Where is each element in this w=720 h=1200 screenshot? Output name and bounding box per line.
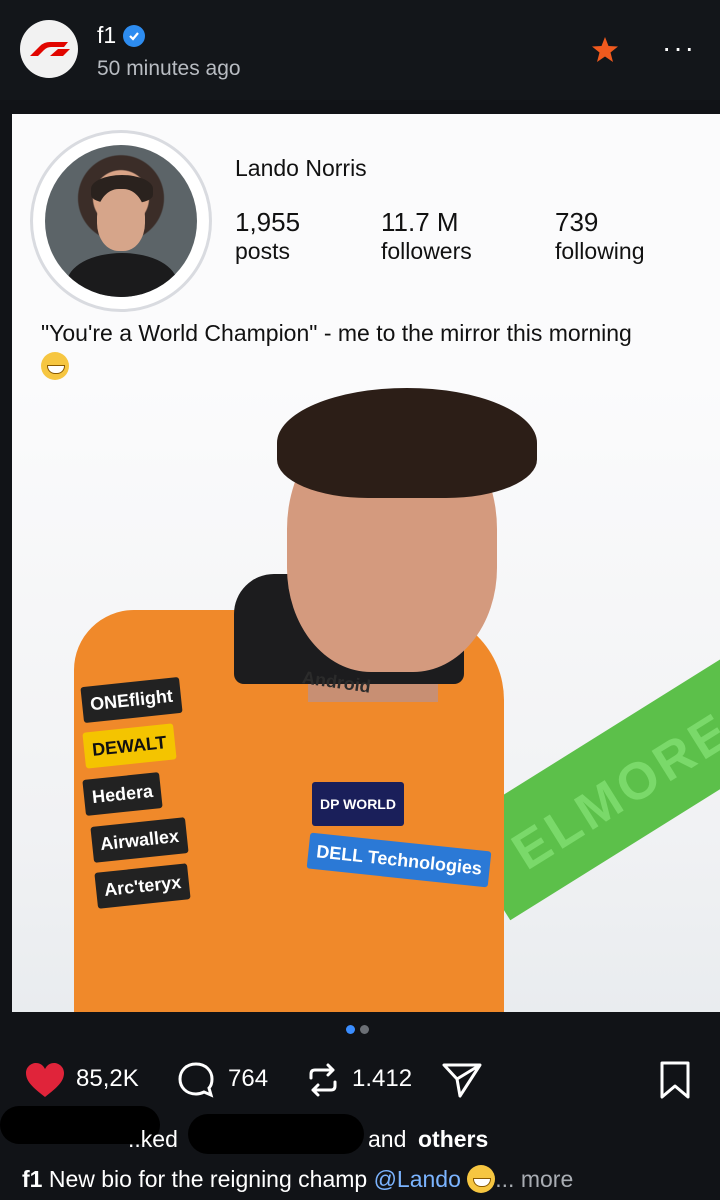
- caption-more-link[interactable]: ... more: [495, 1166, 573, 1192]
- caption-mention[interactable]: @Lando: [374, 1166, 461, 1192]
- action-bar: 85,2K 764 1.412: [0, 1055, 720, 1105]
- caption-text: New bio for the reigning champ: [48, 1166, 368, 1192]
- profile-picture: [45, 145, 197, 297]
- reposts-count[interactable]: 1.412: [352, 1065, 412, 1093]
- redaction-block: [188, 1114, 364, 1154]
- profile-picture-ring: [30, 130, 212, 312]
- driver-photo: ELMORE ONEflight DEWALT Hedera Airwallex…: [12, 382, 720, 1012]
- stat-following-number: 739: [555, 207, 599, 237]
- post-header: f1 50 minutes ago ···: [0, 0, 720, 100]
- driver-hair: [277, 388, 537, 498]
- liked-by-and: and: [368, 1126, 407, 1152]
- likes-count[interactable]: 85,2K: [76, 1065, 139, 1093]
- repost-icon[interactable]: [303, 1060, 343, 1100]
- profile-name: Lando Norris: [235, 155, 367, 181]
- heart-icon[interactable]: [24, 1061, 66, 1099]
- share-icon[interactable]: [441, 1061, 483, 1099]
- more-options-icon[interactable]: ···: [662, 34, 696, 62]
- caption-account[interactable]: f1: [22, 1166, 42, 1192]
- post-image[interactable]: Lando Norris 1,955 posts 11.7 M follower…: [12, 114, 720, 1012]
- grinning-emoji-icon: [467, 1165, 496, 1193]
- carousel-indicator: [346, 1021, 374, 1039]
- liked-by-others[interactable]: others: [418, 1126, 488, 1153]
- comment-icon[interactable]: [176, 1060, 216, 1100]
- stat-followers-label: followers: [381, 238, 472, 264]
- post-timestamp: 50 minutes ago: [97, 57, 241, 80]
- sponsor-patch: DP WORLD: [312, 782, 404, 826]
- profile-bio-text: "You're a World Champion" - me to the mi…: [41, 320, 632, 346]
- stat-posts: 1,955 posts: [235, 207, 300, 265]
- verified-icon: [123, 25, 145, 47]
- grinning-emoji-icon: [41, 352, 69, 380]
- stat-followers-number: 11.7 M: [381, 207, 459, 237]
- bookmark-icon[interactable]: [657, 1059, 693, 1101]
- post-caption: f1 New bio for the reigning champ @Lando…: [22, 1165, 573, 1193]
- account-avatar[interactable]: [20, 20, 78, 78]
- stat-posts-number: 1,955: [235, 207, 301, 237]
- stat-following: 739 following: [555, 207, 645, 265]
- f1-logo-icon: [30, 42, 70, 56]
- liked-by-partial-text: ..ked: [128, 1126, 178, 1152]
- carousel-dot-active[interactable]: [346, 1025, 355, 1034]
- stat-posts-label: posts: [235, 238, 290, 264]
- liked-by-line: ..ked and others: [0, 1106, 720, 1160]
- comments-count[interactable]: 764: [228, 1065, 268, 1093]
- profile-bio: "You're a World Champion" - me to the mi…: [41, 317, 651, 383]
- stat-following-label: following: [555, 238, 645, 264]
- account-name[interactable]: f1: [97, 22, 116, 49]
- star-icon[interactable]: [589, 34, 621, 66]
- crane-text: ELMORE: [502, 701, 720, 882]
- carousel-dot[interactable]: [360, 1025, 369, 1034]
- stat-followers: 11.7 M followers: [381, 207, 472, 265]
